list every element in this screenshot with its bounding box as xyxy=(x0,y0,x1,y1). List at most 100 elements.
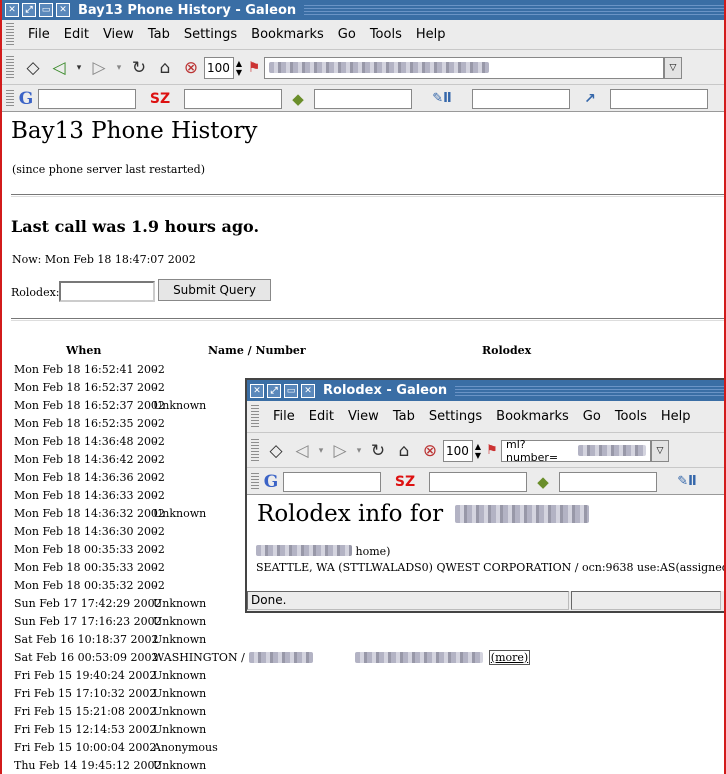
back-dropdown-icon[interactable]: ▾ xyxy=(315,438,327,464)
sz-search-field[interactable] xyxy=(429,471,527,492)
popup-page-content: Rolodex info for home) SEATTLE, WA (STTL… xyxy=(247,495,724,591)
gem-search-icon[interactable]: ◆ xyxy=(282,89,314,109)
rolodex-input[interactable] xyxy=(59,281,155,302)
menu-view[interactable]: View xyxy=(348,409,379,424)
menu-bookmarks[interactable]: Bookmarks xyxy=(251,27,324,42)
cell-name-number: Unknown xyxy=(153,596,207,610)
menu-tools[interactable]: Tools xyxy=(370,27,402,42)
home-suffix: home) xyxy=(355,545,391,558)
grip-handle[interactable] xyxy=(251,404,259,429)
stop-icon[interactable]: ⊗ xyxy=(417,438,443,464)
cell-name-number: - xyxy=(153,434,157,448)
cell-name-number: Unknown xyxy=(153,614,207,628)
sz-search-field[interactable] xyxy=(184,88,282,109)
more-link[interactable]: (more) xyxy=(488,649,531,665)
zoom-field[interactable]: 100 xyxy=(443,439,473,462)
menu-edit[interactable]: Edit xyxy=(64,27,89,42)
page-title: Bay13 Phone History xyxy=(11,118,258,144)
gem-search-field[interactable] xyxy=(314,88,412,109)
popup-url-field[interactable]: ml?number= xyxy=(501,438,651,464)
grip-handle[interactable] xyxy=(6,22,14,47)
gem-search-icon[interactable]: ◆ xyxy=(527,472,559,492)
iconify-icon[interactable]: ▭ xyxy=(39,3,53,17)
menu-settings[interactable]: Settings xyxy=(184,27,237,42)
rolodex-heading: Rolodex info for xyxy=(257,501,589,527)
dict-search-icon[interactable]: ✎Ⅱ xyxy=(657,472,717,492)
redacted-number xyxy=(248,651,313,663)
grip-handle[interactable] xyxy=(251,472,259,491)
url-field[interactable] xyxy=(264,56,664,79)
table-row: Fri Feb 15 17:10:32 2002 Unknown xyxy=(14,684,724,702)
home-icon[interactable]: ⌂ xyxy=(391,438,417,464)
cell-when: Mon Feb 18 14:36:32 2002 xyxy=(14,506,165,520)
menu-file[interactable]: File xyxy=(273,409,295,424)
rolodex-heading-text: Rolodex info for xyxy=(257,501,444,527)
title-bar[interactable]: ✕ ⤢ ▭ ✕ Bay13 Phone History - Galeon xyxy=(2,0,724,20)
url-dropdown-icon[interactable]: ▽ xyxy=(651,439,669,462)
cell-when: Mon Feb 18 16:52:35 2002 xyxy=(14,416,165,430)
grip-handle[interactable] xyxy=(6,89,14,108)
dict-search-icon[interactable]: ✎Ⅱ xyxy=(412,89,472,109)
close-icon[interactable]: ✕ xyxy=(250,383,264,398)
zoom-spinner[interactable]: ▲ ▼ xyxy=(234,59,244,77)
google-search-field[interactable] xyxy=(38,88,136,109)
dict-search-field[interactable] xyxy=(472,88,570,109)
menu-view[interactable]: View xyxy=(103,27,134,42)
close-icon[interactable]: ✕ xyxy=(5,3,19,17)
reload-icon[interactable]: ↻ xyxy=(126,55,152,81)
cell-name-number: WASHINGTON / xyxy=(153,650,245,664)
menu-tools[interactable]: Tools xyxy=(615,409,647,424)
cell-name-number: - xyxy=(153,488,157,502)
menu-icon[interactable]: ✕ xyxy=(56,3,70,17)
reload-icon[interactable]: ↻ xyxy=(365,438,391,464)
menu-help[interactable]: Help xyxy=(416,27,446,42)
back-arrow-icon[interactable]: ◁ xyxy=(46,55,72,81)
forward-dropdown-icon[interactable]: ▾ xyxy=(112,55,126,81)
gem-search-field[interactable] xyxy=(559,471,657,492)
cell-when: Sun Feb 17 17:16:23 2002 xyxy=(14,614,162,628)
cell-name-number: - xyxy=(153,560,157,574)
zoom-spinner[interactable]: ▲ ▼ xyxy=(473,442,483,460)
popup-title-bar[interactable]: ✕ ⤢ ▭ ✕ Rolodex - Galeon xyxy=(247,380,724,401)
forward-arrow-icon[interactable]: ▷ xyxy=(327,438,353,464)
menu-icon[interactable]: ✕ xyxy=(301,383,315,398)
sz-search-icon[interactable]: SZ xyxy=(136,89,184,109)
iconify-icon[interactable]: ▭ xyxy=(284,383,298,398)
url-dropdown-icon[interactable]: ▽ xyxy=(664,56,682,79)
menu-go[interactable]: Go xyxy=(583,409,601,424)
cell-when: Thu Feb 14 19:45:12 2002 xyxy=(14,758,162,772)
grip-handle[interactable] xyxy=(251,438,259,463)
submit-query-button[interactable]: Submit Query xyxy=(158,279,271,301)
menu-help[interactable]: Help xyxy=(661,409,691,424)
chart-search-icon[interactable]: ↗ xyxy=(570,89,610,109)
new-tab-icon[interactable]: ◇ xyxy=(263,438,289,464)
chart-search-field[interactable] xyxy=(610,88,708,109)
menu-go[interactable]: Go xyxy=(338,27,356,42)
grip-handle[interactable] xyxy=(6,55,14,80)
google-search-icon[interactable]: G xyxy=(259,472,283,492)
forward-arrow-icon[interactable]: ▷ xyxy=(86,55,112,81)
maximize-icon[interactable]: ⤢ xyxy=(267,383,281,398)
popup-status-bar: Done. xyxy=(247,591,724,611)
menu-tab[interactable]: Tab xyxy=(148,27,170,42)
menu-settings[interactable]: Settings xyxy=(429,409,482,424)
last-call-heading: Last call was 1.9 hours ago. xyxy=(11,217,260,236)
menu-file[interactable]: File xyxy=(28,27,50,42)
forward-dropdown-icon[interactable]: ▾ xyxy=(353,438,365,464)
now-timestamp: Now: Mon Feb 18 18:47:07 2002 xyxy=(12,253,196,266)
stop-icon[interactable]: ⊗ xyxy=(178,55,204,81)
menu-bookmarks[interactable]: Bookmarks xyxy=(496,409,569,424)
new-tab-icon[interactable]: ◇ xyxy=(20,55,46,81)
google-search-field[interactable] xyxy=(283,471,381,492)
menu-edit[interactable]: Edit xyxy=(309,409,334,424)
menu-tab[interactable]: Tab xyxy=(393,409,415,424)
cell-when: Mon Feb 18 14:36:48 2002 xyxy=(14,434,165,448)
google-search-icon[interactable]: G xyxy=(14,89,38,109)
back-dropdown-icon[interactable]: ▾ xyxy=(72,55,86,81)
home-icon[interactable]: ⌂ xyxy=(152,55,178,81)
back-arrow-icon[interactable]: ◁ xyxy=(289,438,315,464)
sz-search-icon[interactable]: SZ xyxy=(381,472,429,492)
maximize-icon[interactable]: ⤢ xyxy=(22,3,36,17)
table-row: Sat Feb 16 00:53:09 2002 WASHINGTON / (mor… xyxy=(14,648,724,666)
zoom-field[interactable]: 100 xyxy=(204,56,234,79)
